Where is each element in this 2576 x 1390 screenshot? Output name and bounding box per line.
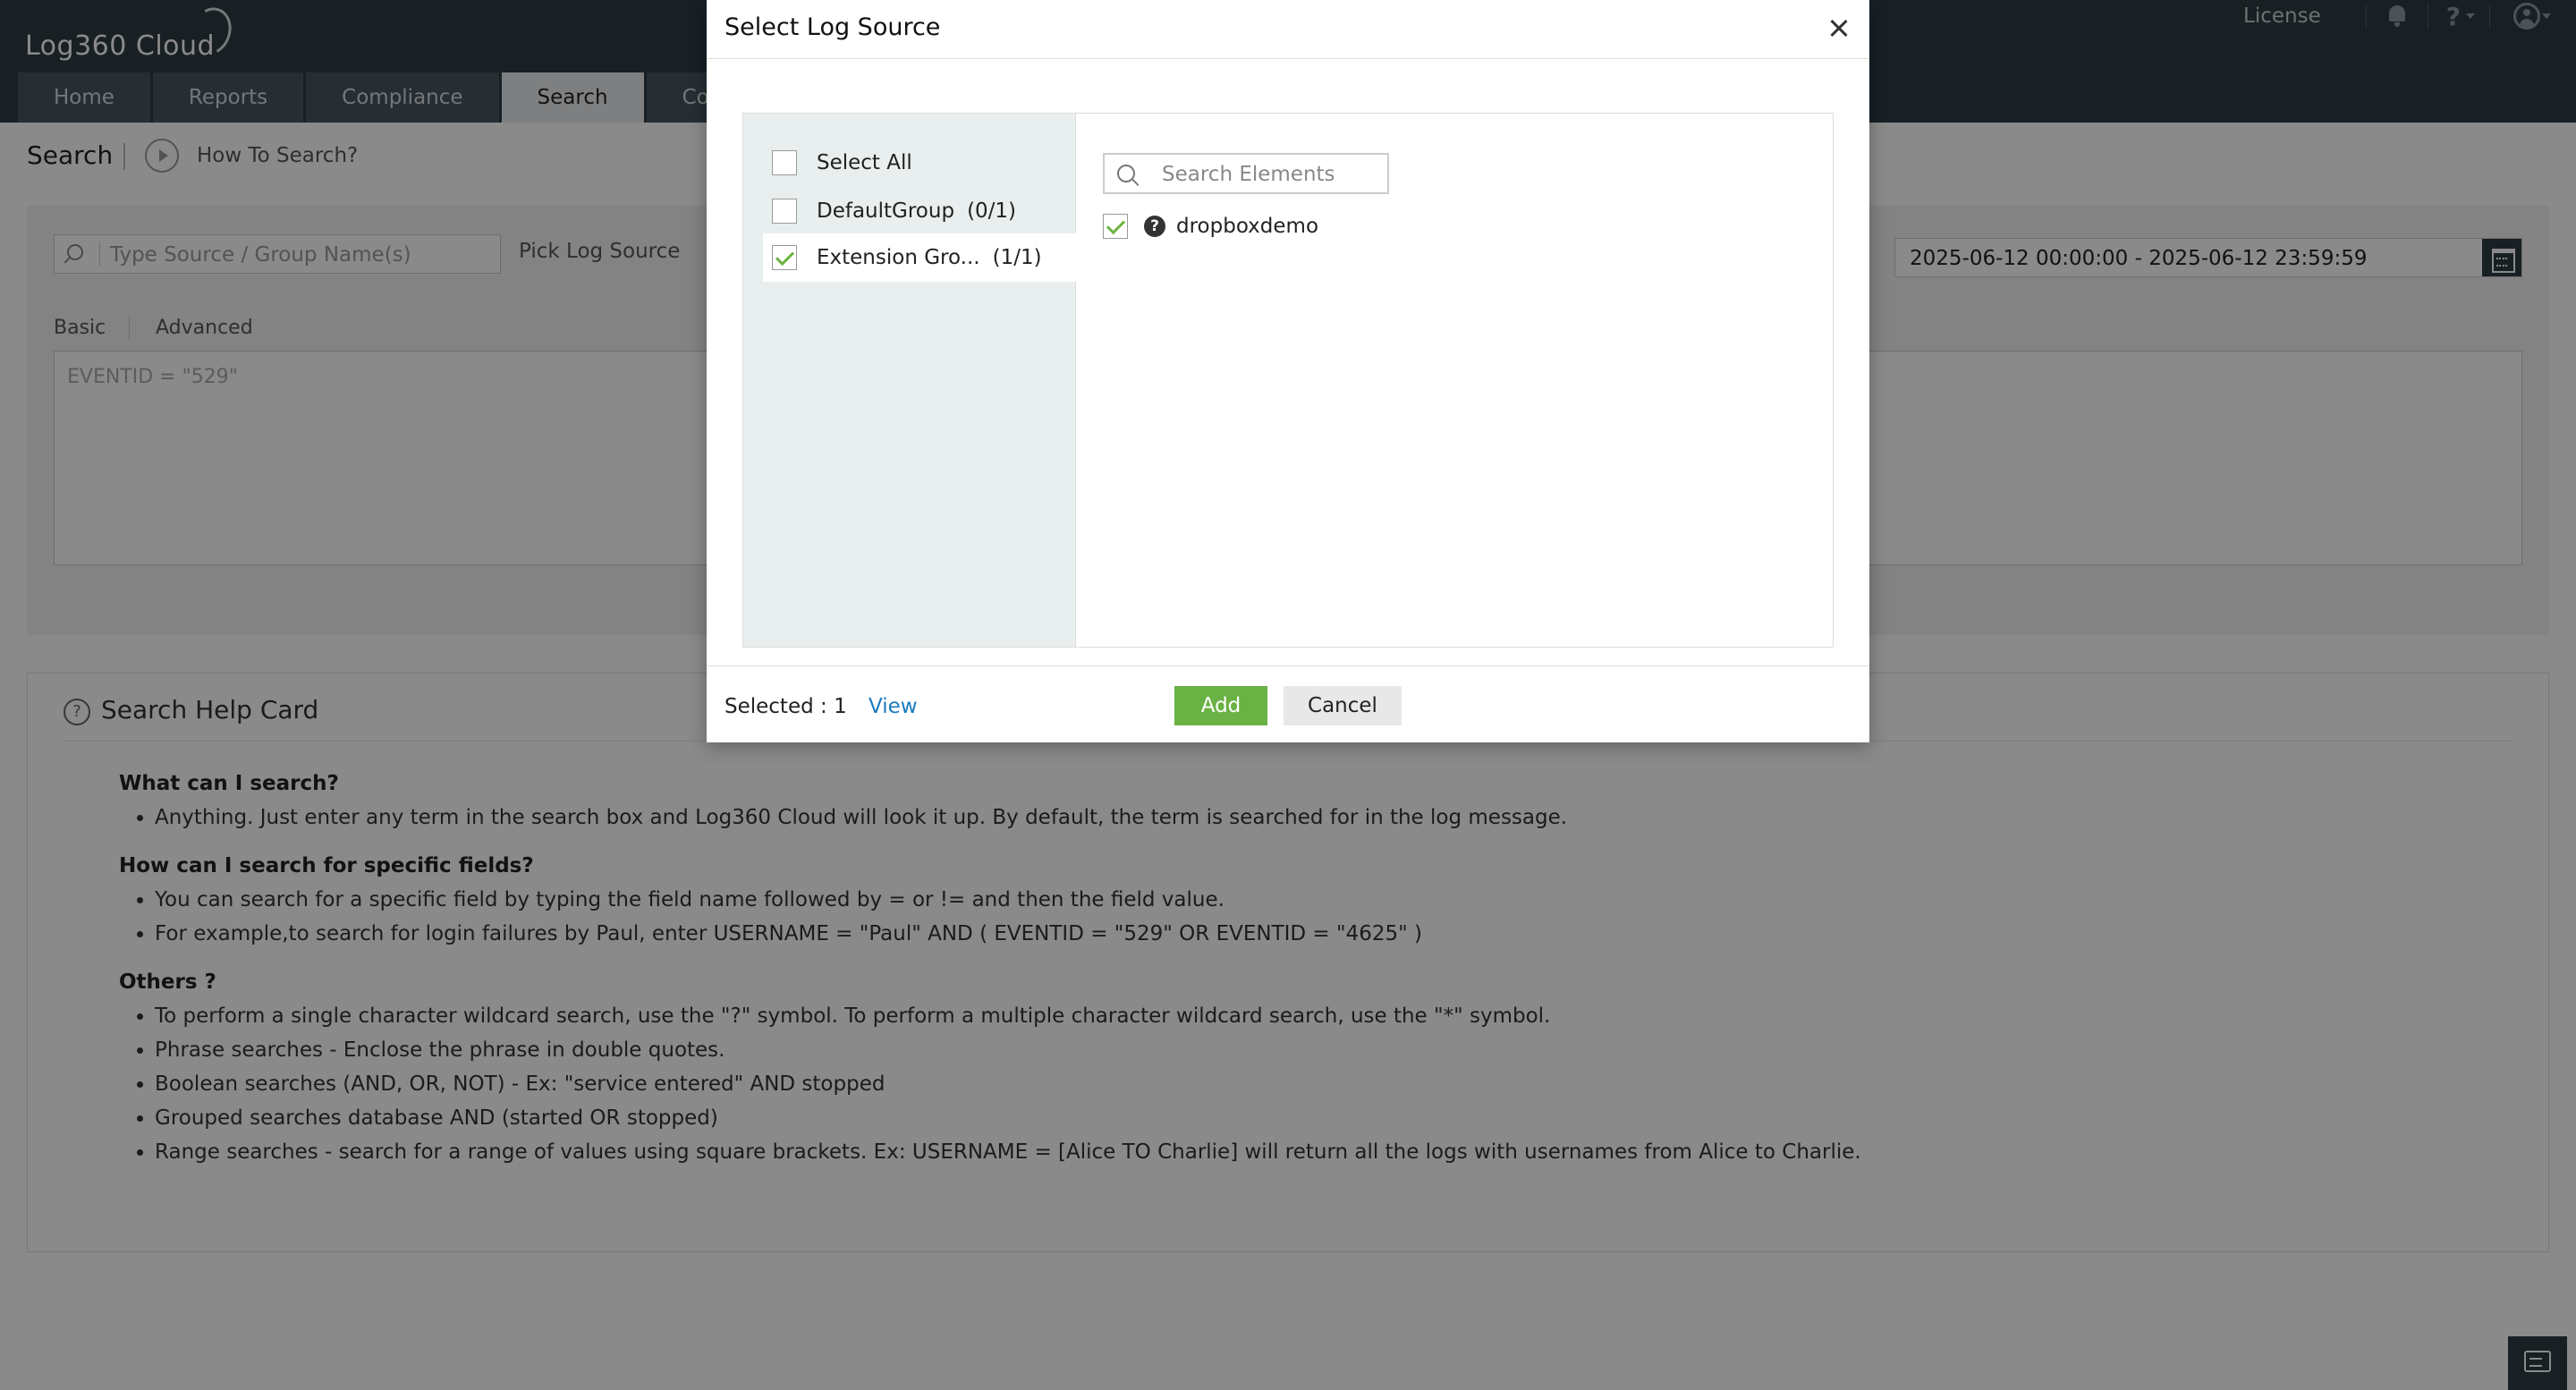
group-label: DefaultGroup (817, 199, 955, 223)
group-row-extension[interactable]: Extension Gro... (1/1) (763, 233, 1076, 282)
close-icon[interactable] (1823, 13, 1855, 45)
search-elements-input[interactable]: Search Elements (1103, 153, 1389, 194)
group-row-defaultgroup[interactable]: DefaultGroup (0/1) (763, 187, 1076, 235)
add-button[interactable]: Add (1174, 686, 1267, 725)
group-row-select-all[interactable]: Select All (763, 139, 1076, 187)
group-count: (0/1) (967, 199, 1017, 223)
select-log-source-dialog: Select Log Source Select All DefaultGrou… (707, 0, 1869, 742)
element-checkbox[interactable] (1103, 214, 1128, 239)
group-label: Select All (817, 151, 912, 174)
element-label: dropboxdemo (1176, 215, 1319, 238)
question-icon: ? (1144, 216, 1165, 237)
search-elements-placeholder: Search Elements (1162, 163, 1335, 186)
cancel-button[interactable]: Cancel (1284, 686, 1402, 725)
element-list: Search Elements ? dropboxdemo (1076, 114, 1833, 647)
dialog-title: Select Log Source (724, 13, 941, 41)
group-list: Select All DefaultGroup (0/1) Extension … (743, 114, 1076, 647)
select-all-checkbox[interactable] (772, 150, 797, 175)
search-icon (1117, 165, 1135, 182)
group-checkbox[interactable] (772, 245, 797, 270)
dialog-header: Select Log Source (707, 0, 1869, 59)
group-count: (1/1) (992, 246, 1042, 269)
selected-count: Selected : 1 (724, 695, 847, 718)
group-label: Extension Gro... (817, 246, 980, 269)
picker-area: Select All DefaultGroup (0/1) Extension … (742, 113, 1834, 648)
element-row[interactable]: ? dropboxdemo (1103, 210, 1318, 242)
dialog-footer: Selected : 1 View Add Cancel (707, 665, 1869, 742)
group-checkbox[interactable] (772, 199, 797, 224)
view-link[interactable]: View (869, 695, 918, 718)
